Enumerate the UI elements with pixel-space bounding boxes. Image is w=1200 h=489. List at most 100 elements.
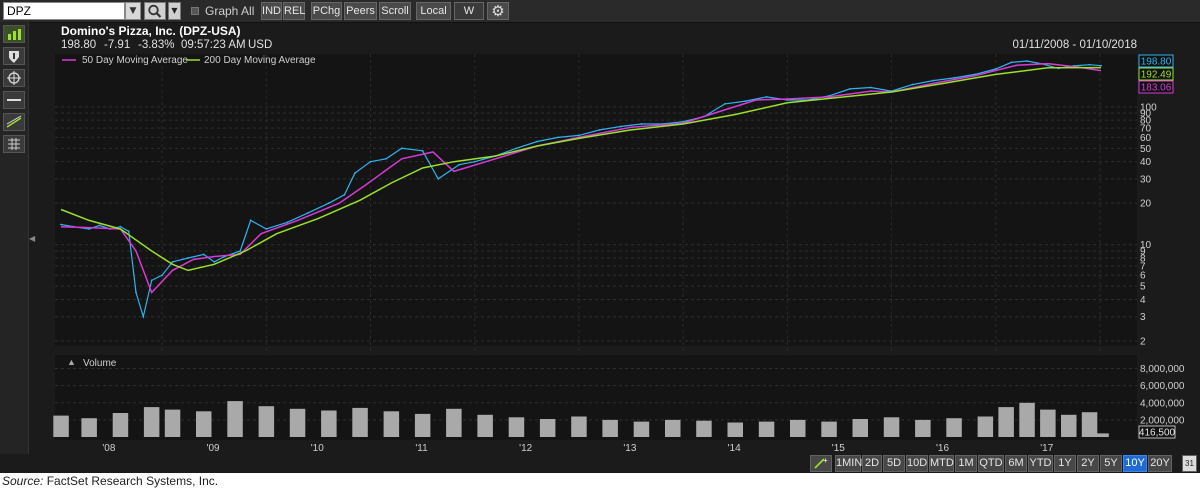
price-point xyxy=(249,219,252,222)
price-point xyxy=(557,136,559,139)
price-tag-ma200: 192.49 xyxy=(1141,70,1172,81)
volume-bar xyxy=(1093,433,1109,437)
date-tick-label: '08 xyxy=(102,443,115,454)
price-tick-label: 5 xyxy=(1140,282,1146,293)
date-tick-label: '11 xyxy=(415,443,428,454)
price-point xyxy=(953,77,955,79)
volume-bar xyxy=(758,421,775,437)
range-button-2d[interactable]: 2D xyxy=(862,455,882,472)
calendar-icon[interactable]: 31 xyxy=(1182,455,1197,472)
price-point xyxy=(869,86,872,89)
price-point xyxy=(60,223,62,226)
volume-bar xyxy=(289,408,306,437)
price-point xyxy=(400,147,403,150)
source-label: Source: xyxy=(2,474,44,488)
price-point xyxy=(536,140,539,143)
price-point xyxy=(150,279,153,282)
price-point xyxy=(598,129,601,131)
range-button-mtd[interactable]: MTD xyxy=(929,455,954,472)
price-point xyxy=(1010,61,1013,64)
source-note: Source: FactSet Research Systems, Inc. xyxy=(2,474,218,489)
price-point xyxy=(515,147,518,150)
volume-bar xyxy=(414,413,431,437)
legend-ma50: 50 Day Moving Average xyxy=(82,55,188,66)
price-tick-label: 20 xyxy=(1140,199,1152,210)
volume-pane[interactable] xyxy=(55,355,1137,440)
volume-bar xyxy=(727,422,743,437)
volume-bar xyxy=(539,419,556,437)
price-point xyxy=(265,228,268,230)
price-pane[interactable] xyxy=(55,54,1137,346)
price-point xyxy=(135,291,137,294)
volume-bar xyxy=(883,417,900,437)
date-tick-label: '10 xyxy=(311,443,324,454)
price-point xyxy=(307,211,309,214)
volume-axis: 2,000,000 4,000,000 6,000,000 8,000,000 xyxy=(1140,364,1185,426)
price-tag-last: 198.80 xyxy=(1141,57,1172,68)
price-point xyxy=(1026,60,1028,62)
range-button-5d[interactable]: 5D xyxy=(883,455,905,472)
volume-bar xyxy=(852,419,868,437)
price-point xyxy=(385,157,388,160)
range-button-20y[interactable]: 20Y xyxy=(1148,455,1172,472)
volume-bar xyxy=(227,401,243,437)
range-button-10y[interactable]: 10Y xyxy=(1123,455,1147,472)
price-point xyxy=(119,225,122,228)
date-tick-label: '17 xyxy=(1040,443,1053,454)
price-point xyxy=(421,149,424,152)
price-change: -7.91 xyxy=(104,39,130,51)
price-tick-label: 3 xyxy=(1140,312,1146,323)
volume-bar xyxy=(164,409,181,437)
volume-bar xyxy=(790,419,806,437)
price-tick-label: 40 xyxy=(1140,157,1152,168)
volume-bar xyxy=(383,411,400,437)
date-range: 01/11/2008 - 01/10/2018 xyxy=(1013,39,1137,51)
volume-bar xyxy=(998,407,1014,437)
draw-tool-button[interactable]: + xyxy=(810,455,832,472)
range-button-1y[interactable]: 1Y xyxy=(1054,455,1076,472)
price-point xyxy=(437,177,440,180)
price-point xyxy=(142,315,145,318)
range-button-ytd[interactable]: YTD xyxy=(1028,455,1053,472)
price-tick-label: 30 xyxy=(1140,174,1152,185)
date-axis: '08 '09 '10 '11 '12 '13 '14 '15 '16 '17 xyxy=(102,443,1053,454)
volume-bar xyxy=(1061,414,1077,437)
volume-bar xyxy=(477,414,493,437)
price-point xyxy=(932,79,935,82)
range-button-qtd[interactable]: QTD xyxy=(978,455,1004,472)
price-point xyxy=(744,100,747,103)
chart: Domino's Pizza, Inc. (DPZ-USA) 198.80 -7… xyxy=(53,23,1200,454)
price-change-percent: -3.83% xyxy=(138,39,174,51)
volume-bar xyxy=(352,407,368,437)
date-tick-label: '09 xyxy=(207,443,220,454)
volume-bar xyxy=(571,416,587,437)
date-tick-label: '16 xyxy=(936,443,949,454)
chart-app: DPZ ▼ ▼ Graph All IND REL PChg Peers Scr… xyxy=(0,0,1200,473)
volume-bar xyxy=(1040,409,1056,437)
range-button-5y[interactable]: 5Y xyxy=(1100,455,1122,472)
range-button-6m[interactable]: 6M xyxy=(1005,455,1027,472)
svg-text:+: + xyxy=(823,456,828,465)
range-button-1m[interactable]: 1M xyxy=(955,455,977,472)
volume-bar xyxy=(602,419,618,437)
price-tick-label: 10 xyxy=(1140,240,1152,251)
volume-bar xyxy=(1081,412,1098,437)
price-point xyxy=(343,193,346,196)
date-tick-label: '14 xyxy=(728,443,741,454)
price-tick-label: 50 xyxy=(1140,144,1152,155)
volume-collapse-icon[interactable]: ▲ xyxy=(67,357,76,367)
price-point xyxy=(1100,64,1102,67)
price-point xyxy=(161,274,163,277)
price-point xyxy=(578,134,580,137)
price-point xyxy=(286,221,289,224)
range-button-10d[interactable]: 10D xyxy=(906,455,928,472)
volume-bar xyxy=(446,408,462,437)
volume-bar xyxy=(633,421,650,437)
quote-time: 09:57:23 AM xyxy=(181,39,246,51)
price-point xyxy=(619,125,622,128)
volume-tick-label: 2,000,000 xyxy=(1140,415,1185,426)
volume-label: Volume xyxy=(83,358,117,369)
range-button-1min[interactable]: 1MIN xyxy=(835,455,862,472)
range-button-2y[interactable]: 2Y xyxy=(1077,455,1099,472)
source-text: FactSet Research Systems, Inc. xyxy=(43,474,219,488)
